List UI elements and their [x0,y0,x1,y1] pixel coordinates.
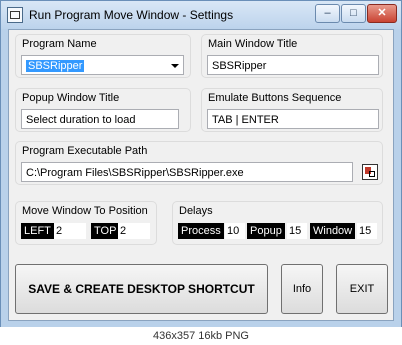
delays-label: Delays [179,205,213,217]
settings-window: Run Program Move Window - Settings – □ ✕… [0,0,402,329]
process-input[interactable]: 10 [225,223,245,239]
title-bar[interactable]: Run Program Move Window - Settings – □ ✕ [1,1,401,29]
program-name-label: Program Name [22,38,97,50]
program-name-group: Program Name SBSRipper [15,34,191,78]
browse-folder-icon[interactable] [362,164,378,180]
minimize-button[interactable]: – [315,4,340,23]
popup-input[interactable]: 15 [287,223,307,239]
window-title: Run Program Move Window - Settings [29,8,234,22]
maximize-button[interactable]: □ [341,4,366,23]
executable-path-input[interactable]: C:\Program Files\SBSRipper\SBSRipper.exe [21,162,353,182]
executable-path-group: Program Executable Path C:\Program Files… [15,141,383,185]
emulate-buttons-label: Emulate Buttons Sequence [208,92,342,104]
popup-label: Popup [247,223,285,239]
left-input[interactable]: 2 [54,223,86,239]
program-name-value: SBSRipper [26,60,85,72]
emulate-buttons-group: Emulate Buttons Sequence TAB | ENTER [201,88,383,132]
executable-path-label: Program Executable Path [22,145,148,157]
info-button[interactable]: Info [281,264,323,314]
main-window-title-input[interactable]: SBSRipper [207,55,379,75]
popup-window-title-input[interactable]: Select duration to load [21,109,179,129]
program-name-combo[interactable]: SBSRipper [21,55,184,75]
popup-window-title-group: Popup Window Title Select duration to lo… [15,88,191,132]
close-button[interactable]: ✕ [367,4,397,23]
chevron-down-icon[interactable] [171,64,179,68]
exit-button[interactable]: EXIT [336,264,388,314]
top-input[interactable]: 2 [118,223,150,239]
left-label: LEFT [21,223,54,239]
top-label: TOP [91,223,120,239]
window-input[interactable]: 15 [357,223,377,239]
popup-window-title-label: Popup Window Title [22,92,120,104]
main-window-title-group: Main Window Title SBSRipper [201,34,383,78]
image-caption: 436x357 16kb PNG [0,327,402,345]
client-area: Program Name SBSRipper Main Window Title… [8,29,394,321]
process-label: Process [178,223,224,239]
move-window-label: Move Window To Position [22,205,148,217]
main-window-title-label: Main Window Title [208,38,298,50]
window-label: Window [310,223,356,239]
emulate-buttons-input[interactable]: TAB | ENTER [207,109,379,129]
delays-group: Delays Process 10 Popup 15 Window 15 [172,201,383,245]
move-window-group: Move Window To Position LEFT 2 TOP 2 [15,201,157,245]
save-create-shortcut-button[interactable]: SAVE & CREATE DESKTOP SHORTCUT [15,264,268,314]
app-icon [7,7,23,23]
